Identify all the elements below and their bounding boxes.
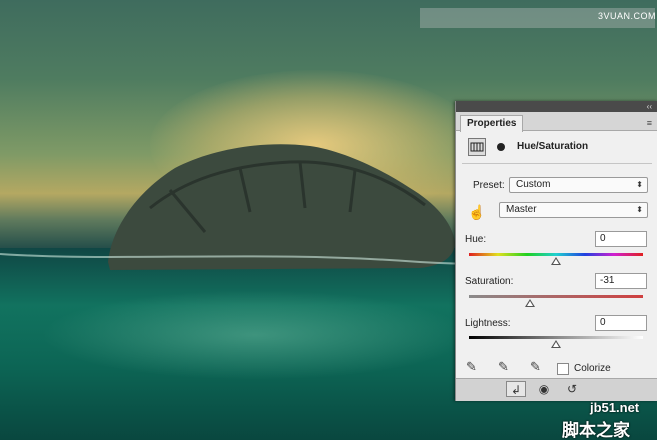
mask-icon[interactable] [492, 138, 510, 156]
select-arrows-icon: ⬍ [636, 205, 643, 214]
panel-tabbar: Properties ≡ [456, 112, 657, 132]
hue-field[interactable]: 0 [595, 231, 647, 247]
divider [462, 163, 652, 164]
eyedropper-plus-icon[interactable]: ✎ [498, 359, 509, 375]
eyedropper-minus-icon[interactable]: ✎ [530, 359, 541, 375]
hue-slider-thumb[interactable] [551, 257, 561, 265]
lightness-field[interactable]: 0 [595, 315, 647, 331]
reset-icon[interactable]: ↺ [562, 381, 582, 397]
saturation-slider[interactable] [469, 295, 643, 298]
select-arrows-icon: ⬍ [636, 180, 643, 189]
histogram-icon [470, 142, 484, 152]
site-watermark-cn: 脚本之家 [562, 421, 630, 440]
saturation-field[interactable]: -31 [595, 273, 647, 289]
adjustment-title: Hue/Saturation [517, 141, 589, 152]
properties-panel: ‹‹ Properties ≡ Hue/Saturation Preset: C… [455, 101, 657, 401]
lightness-slider[interactable] [469, 336, 643, 339]
site-watermark: jb51.net [590, 400, 640, 415]
preset-select[interactable]: Custom ⬍ [509, 177, 648, 193]
adjustment-header: Hue/Saturation [468, 138, 648, 160]
panel-menu-icon[interactable]: ≡ [647, 118, 652, 128]
panel-titlebar[interactable]: ‹‹ [456, 101, 657, 112]
channel-value: Master [506, 204, 537, 215]
adjustment-icon[interactable] [468, 138, 486, 156]
panel-footer: ↲ ◉ ↺ [456, 378, 657, 401]
colorize-checkbox[interactable] [557, 363, 569, 375]
tab-properties[interactable]: Properties [460, 115, 524, 132]
saturation-slider-thumb[interactable] [524, 299, 535, 307]
saturation-label: Saturation: [465, 276, 514, 287]
lightness-slider-thumb[interactable] [551, 340, 561, 348]
preset-label: Preset: [473, 180, 505, 191]
clip-to-layer-icon[interactable]: ↲ [506, 381, 526, 397]
collapse-icon[interactable]: ‹‹ [647, 101, 652, 112]
visibility-icon[interactable]: ◉ [534, 381, 554, 397]
hue-slider[interactable] [469, 253, 643, 256]
hue-label: Hue: [465, 234, 487, 245]
target-adjust-hand-icon[interactable]: ☝ [468, 204, 485, 221]
preset-value: Custom [516, 179, 551, 190]
eyedropper-icon[interactable]: ✎ [466, 359, 477, 375]
channel-select[interactable]: Master ⬍ [499, 202, 648, 218]
watermark-text: 3VUAN.COM [598, 11, 657, 21]
lightness-label: Lightness: [465, 318, 511, 329]
colorize-label: Colorize [574, 363, 611, 374]
